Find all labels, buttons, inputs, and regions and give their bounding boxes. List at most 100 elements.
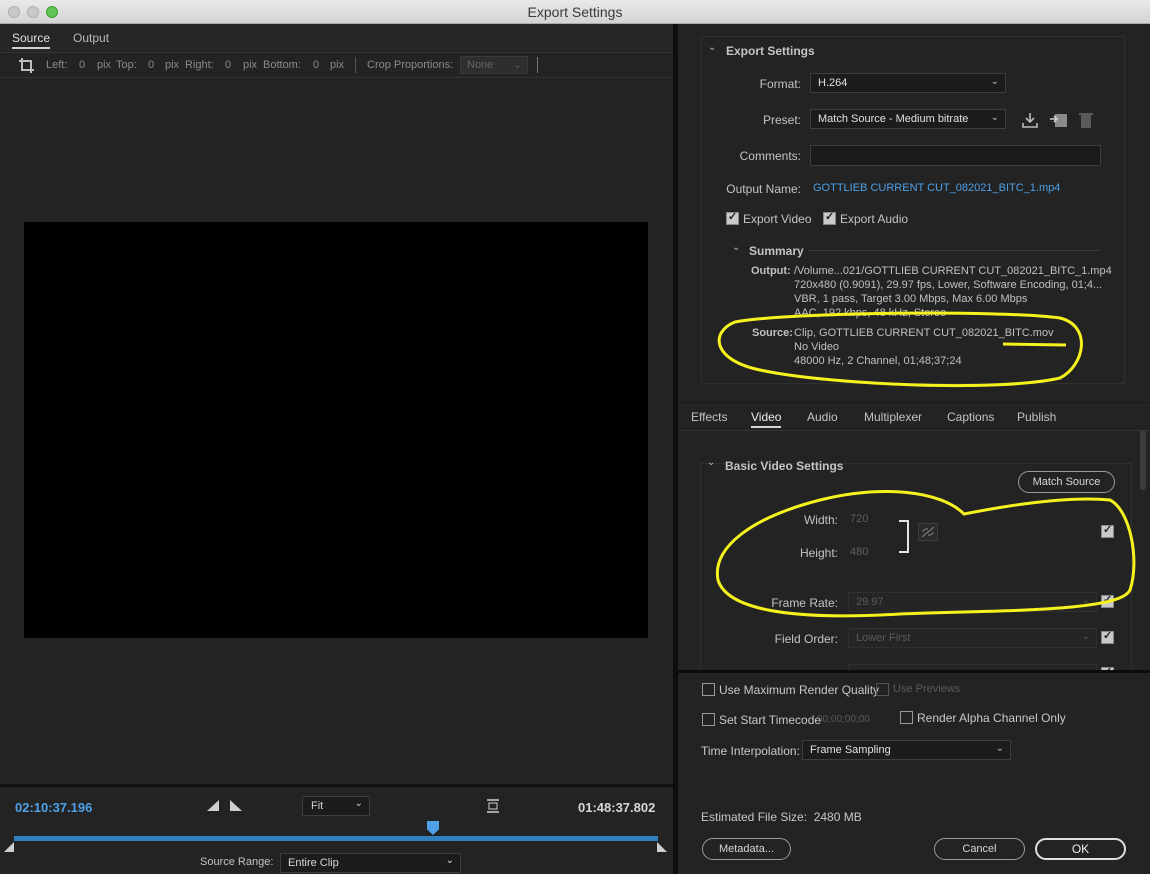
save-preset-icon[interactable] <box>1021 111 1039 129</box>
frame-rate-dropdown[interactable]: 29.97 ⌄ <box>848 592 1097 612</box>
tab-output[interactable]: Output <box>73 31 109 45</box>
crop-left-value[interactable]: 0 <box>79 59 85 71</box>
crop-proportions-dropdown[interactable]: None ⌄ <box>460 56 528 74</box>
divider <box>355 57 356 73</box>
chevron-down-icon: ⌄ <box>995 743 1004 754</box>
set-start-timecode-label: Set Start Timecode <box>719 713 822 727</box>
summary-output-text: /Volume...021/GOTTLIEB CURRENT CUT_08202… <box>794 265 1112 319</box>
height-value[interactable]: 480 <box>850 546 868 558</box>
summary-output-label: Output: <box>751 265 791 277</box>
time-interpolation-dropdown[interactable]: Frame Sampling ⌄ <box>802 740 1011 760</box>
chevron-down-icon: ⌄ <box>1081 595 1090 606</box>
max-render-quality-label: Use Maximum Render Quality <box>719 683 880 697</box>
crop-top-value[interactable]: 0 <box>148 59 154 71</box>
settings-scrollbar[interactable] <box>1140 430 1146 490</box>
video-preview <box>24 222 648 638</box>
start-timecode-value[interactable]: 00;00;00;00 <box>817 714 870 725</box>
zoom-fit-dropdown[interactable]: Fit ⌄ <box>302 796 370 816</box>
title-bar: Export Settings <box>0 0 1150 24</box>
import-preset-icon[interactable] <box>1049 111 1069 129</box>
tab-source[interactable]: Source <box>12 31 51 49</box>
render-alpha-checkbox[interactable] <box>900 711 913 724</box>
field-order-dropdown[interactable]: Lower First ⌄ <box>848 628 1097 648</box>
window-title: Export Settings <box>527 4 623 20</box>
tab-captions[interactable]: Captions <box>947 410 994 424</box>
preset-dropdown[interactable]: Match Source - Medium bitrate ⌄ <box>810 109 1006 129</box>
field-order-label: Field Order: <box>774 632 838 646</box>
crop-unit-label: pix <box>243 59 258 71</box>
zoom-window-button[interactable] <box>46 6 58 18</box>
match-field-order-checkbox[interactable] <box>1101 629 1114 644</box>
preview-tabs: Source Output <box>0 24 673 52</box>
delete-preset-icon[interactable] <box>1078 111 1094 129</box>
minimize-window-button[interactable] <box>27 6 39 18</box>
export-audio-checkbox[interactable] <box>823 210 836 225</box>
time-interpolation-value: Frame Sampling <box>810 744 891 756</box>
unlink-aspect-icon[interactable] <box>918 523 938 541</box>
divider <box>808 250 1101 251</box>
format-dropdown[interactable]: H.264 ⌄ <box>810 73 1006 93</box>
chevron-down-icon: ⌄ <box>990 76 999 87</box>
comments-field[interactable] <box>810 145 1101 166</box>
chevron-down-icon: ⌄ <box>1081 631 1090 642</box>
close-window-button[interactable] <box>8 6 20 18</box>
basic-video-settings-header[interactable]: Basic Video Settings <box>725 459 843 473</box>
export-video-label: Export Video <box>743 212 812 226</box>
height-label: Height: <box>799 546 838 560</box>
tab-audio[interactable]: Audio <box>807 410 838 424</box>
use-previews-checkbox[interactable] <box>876 683 889 696</box>
set-in-point-icon[interactable] <box>207 800 219 812</box>
crop-bottom-label: Bottom: <box>263 59 301 71</box>
match-source-button[interactable]: Match Source <box>1018 471 1115 493</box>
frame-rate-value: 29.97 <box>856 596 884 608</box>
crop-right-value[interactable]: 0 <box>225 59 231 71</box>
export-video-checkbox[interactable] <box>726 210 739 225</box>
playhead[interactable] <box>427 821 439 835</box>
frame-rate-label: Frame Rate: <box>771 596 838 610</box>
width-label: Width: <box>803 513 838 527</box>
estimated-file-size: Estimated File Size: 2480 MB <box>701 810 862 824</box>
export-settings-header[interactable]: Export Settings <box>726 44 815 58</box>
export-audio-label: Export Audio <box>840 212 909 226</box>
tab-multiplexer[interactable]: Multiplexer <box>864 410 922 424</box>
crop-unit-label: pix <box>330 59 345 71</box>
duration-timecode: 01:48:37.802 <box>578 800 656 815</box>
timeline-bar[interactable] <box>14 836 658 841</box>
tab-video[interactable]: Video <box>751 410 782 428</box>
collapse-chevron-icon[interactable]: ⌄ <box>707 457 715 468</box>
video-settings-panel: ⌄ Basic Video Settings Match Source Widt… <box>678 430 1150 670</box>
current-timecode[interactable]: 02:10:37.196 <box>15 800 92 815</box>
crop-toolbar: Left: 0 pix Top: 0 pix Right: 0 pix Bott… <box>0 52 673 78</box>
crop-proportions-value: None <box>467 59 494 71</box>
width-value[interactable]: 720 <box>850 513 868 525</box>
source-range-value: Entire Clip <box>288 857 339 869</box>
ok-button[interactable]: OK <box>1035 838 1126 860</box>
field-order-value: Lower First <box>856 632 911 644</box>
match-frame-rate-checkbox[interactable] <box>1101 593 1114 608</box>
collapse-chevron-icon[interactable]: ⌄ <box>732 242 740 253</box>
crop-icon[interactable] <box>18 57 35 74</box>
set-out-point-icon[interactable] <box>230 800 242 812</box>
divider <box>537 57 538 73</box>
match-size-checkbox[interactable] <box>1101 523 1114 538</box>
out-point-marker-icon[interactable] <box>657 842 667 852</box>
crop-unit-label: pix <box>97 59 112 71</box>
collapse-chevron-icon[interactable]: ⌄ <box>708 42 716 53</box>
cancel-button[interactable]: Cancel <box>934 838 1025 860</box>
crop-bottom-value[interactable]: 0 <box>313 59 319 71</box>
source-range-label: Source Range: <box>200 856 274 868</box>
tab-effects[interactable]: Effects <box>691 410 727 424</box>
metadata-button[interactable]: Metadata... <box>702 838 791 860</box>
max-render-quality-checkbox[interactable] <box>702 683 715 696</box>
source-range-dropdown[interactable]: Entire Clip ⌄ <box>280 853 461 873</box>
summary-header[interactable]: Summary <box>749 244 804 258</box>
tab-publish[interactable]: Publish <box>1017 410 1056 424</box>
summary-source-text: Clip, GOTTLIEB CURRENT CUT_082021_BITC.m… <box>794 327 1054 367</box>
set-start-timecode-checkbox[interactable] <box>702 713 715 726</box>
render-options: Use Maximum Render Quality Use Previews … <box>678 670 1150 874</box>
chevron-down-icon: ⌄ <box>445 855 454 866</box>
output-name-link[interactable]: GOTTLIEB CURRENT CUT_082021_BITC_1.mp4 <box>813 182 1060 194</box>
settings-pane: ⌄ Export Settings Format: H.264 ⌄ Preset:… <box>678 24 1150 874</box>
in-point-marker-icon[interactable] <box>4 842 14 852</box>
aspect-ratio-icon[interactable] <box>485 798 501 814</box>
